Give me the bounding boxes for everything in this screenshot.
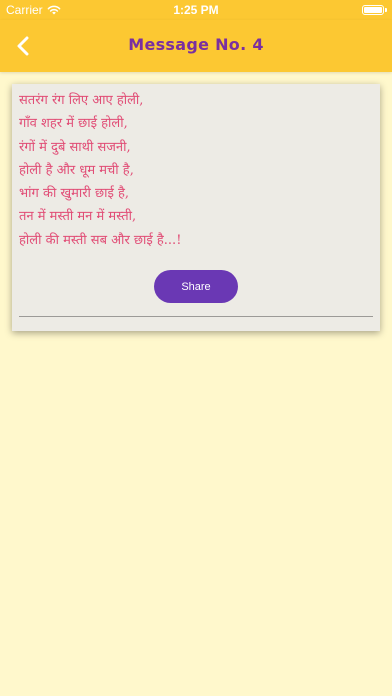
battery-level-fill	[364, 7, 382, 13]
message-text: सतरंग रंग लिए आए होली, गाँव शहर में छाई …	[19, 93, 182, 248]
battery-tip	[385, 8, 387, 12]
share-button[interactable]: Share	[154, 270, 238, 303]
status-time: 1:25 PM	[173, 3, 219, 17]
divider	[19, 316, 373, 317]
navigation-bar: Message No. 4	[0, 20, 392, 72]
page-title: Message No. 4	[128, 35, 264, 54]
battery-icon	[362, 5, 384, 15]
status-bar: Carrier 1:25 PM	[0, 0, 392, 20]
message-card: सतरंग रंग लिए आए होली, गाँव शहर में छाई …	[12, 84, 380, 331]
